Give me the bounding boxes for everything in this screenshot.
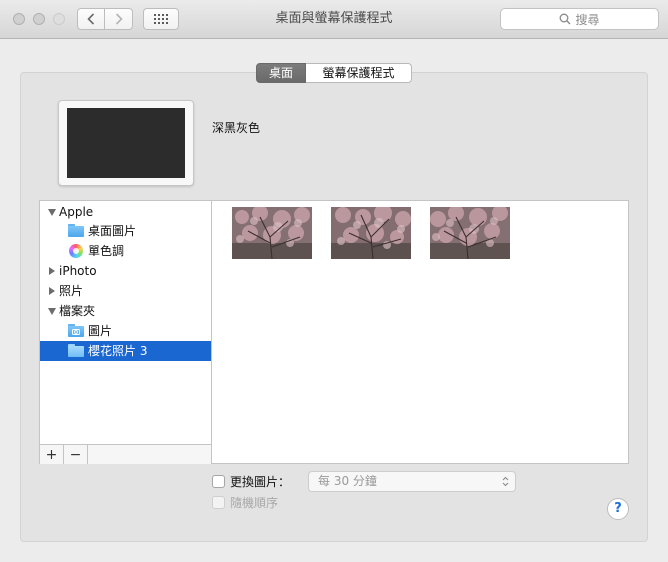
cherry-blossom-thumbnail: [430, 207, 510, 259]
sidebar-item-folders[interactable]: 檔案夾: [40, 301, 211, 321]
image-grid: [211, 200, 629, 464]
change-picture-label: 更換圖片：: [230, 475, 291, 489]
navigation-buttons: [77, 8, 133, 30]
interval-popup[interactable]: 每 30 分鐘: [308, 471, 516, 492]
sidebar-item-pictures[interactable]: 圖片: [40, 321, 211, 341]
camera-folder-icon: [68, 324, 84, 337]
image-thumbnail-1[interactable]: [232, 207, 312, 259]
image-thumbnail-3[interactable]: [430, 207, 510, 259]
add-folder-button[interactable]: +: [40, 445, 64, 464]
sidebar-item-iphoto[interactable]: iPhoto: [40, 261, 211, 281]
zoom-window-button[interactable]: [53, 13, 65, 25]
grid-icon: [154, 14, 168, 24]
random-order-label: 隨機順序: [230, 496, 279, 510]
source-list: Apple 桌面圖片 單色調 iPhoto 照片 檔案夾 圖片 櫻花照片 3 +…: [39, 200, 212, 464]
minimize-window-button[interactable]: [33, 13, 45, 25]
sidebar-item-solid-colors[interactable]: 單色調: [40, 241, 211, 261]
tab-desktop[interactable]: 桌面: [256, 63, 306, 83]
disclosure-collapsed-icon[interactable]: [49, 267, 55, 275]
tab-screen-saver[interactable]: 螢幕保護程式: [306, 63, 412, 83]
title-bar: 桌面與螢幕保護程式 搜尋: [0, 0, 668, 39]
search-field[interactable]: 搜尋: [500, 8, 659, 30]
up-down-arrows-icon: [502, 476, 509, 487]
sidebar-item-sakura-photos[interactable]: 櫻花照片 3: [40, 341, 211, 361]
desktop-preview: [58, 100, 194, 186]
remove-folder-button[interactable]: −: [64, 445, 88, 464]
folder-icon: [68, 224, 84, 237]
sidebar-item-apple[interactable]: Apple: [40, 202, 211, 222]
sidebar-item-photos[interactable]: 照片: [40, 281, 211, 301]
interval-value: 每 30 分鐘: [318, 474, 377, 488]
image-thumbnail-2[interactable]: [331, 207, 411, 259]
color-wheel-icon: [69, 244, 83, 258]
disclosure-collapsed-icon[interactable]: [49, 287, 55, 295]
change-picture-checkbox[interactable]: [212, 475, 225, 488]
desktop-preview-image: [67, 108, 185, 178]
cherry-blossom-thumbnail: [331, 207, 411, 259]
window-title: 桌面與螢幕保護程式: [275, 11, 393, 26]
close-window-button[interactable]: [13, 13, 25, 25]
cherry-blossom-thumbnail: [232, 207, 312, 259]
forward-button[interactable]: [105, 8, 133, 30]
source-list-footer: + −: [40, 444, 211, 464]
search-placeholder: 搜尋: [575, 12, 600, 27]
tab-bar: 桌面 螢幕保護程式: [256, 63, 412, 83]
search-icon: [560, 13, 571, 25]
show-all-button[interactable]: [143, 8, 179, 30]
back-button[interactable]: [77, 8, 105, 30]
disclosure-expanded-icon[interactable]: [48, 209, 56, 216]
help-button[interactable]: ?: [607, 498, 629, 520]
folder-icon: [68, 344, 84, 357]
disclosure-expanded-icon[interactable]: [48, 308, 56, 315]
sidebar-item-desktop-pictures[interactable]: 桌面圖片: [40, 221, 211, 241]
chevron-right-icon: [115, 13, 123, 25]
current-picture-name: 深黑灰色: [212, 121, 261, 135]
random-order-checkbox[interactable]: [212, 496, 225, 509]
chevron-left-icon: [87, 13, 95, 25]
